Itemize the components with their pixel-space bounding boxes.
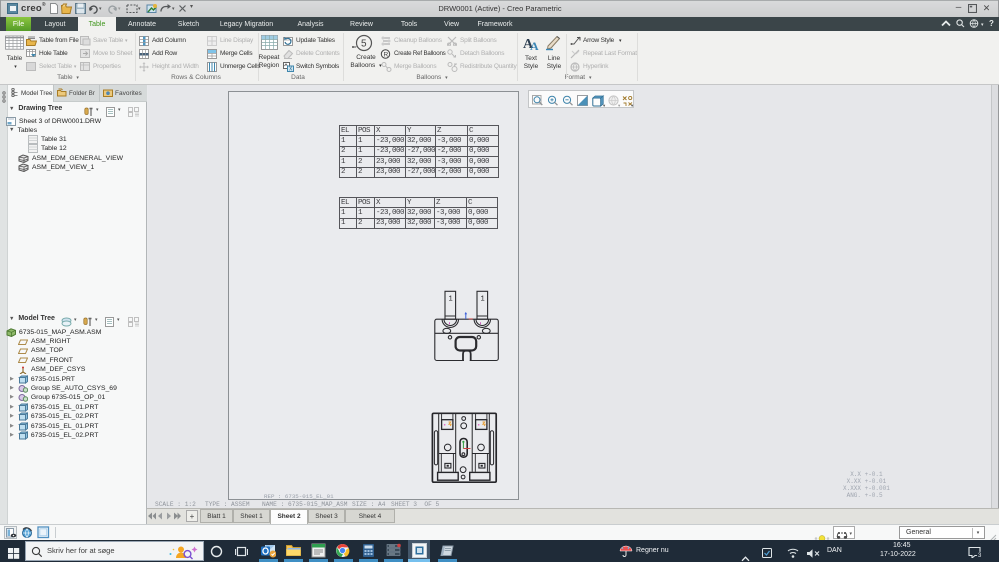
svg-text:5: 5 (361, 39, 367, 50)
svg-text:A: A (530, 39, 539, 51)
svg-text:R: R (384, 51, 389, 58)
svg-text:1: 1 (481, 296, 485, 304)
svg-text:1: 1 (449, 296, 453, 304)
